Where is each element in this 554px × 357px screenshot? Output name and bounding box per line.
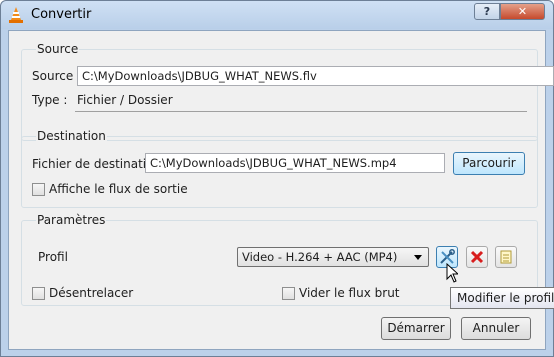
source-path-field[interactable]: C:\MyDownloads\JDBUG_WHAT_NEWS.flv [77, 66, 554, 86]
window-title: Convertir [31, 7, 92, 22]
profile-dropdown[interactable]: Video - H.264 + AAC (MP4) [237, 247, 429, 267]
type-value: Fichier / Dossier [77, 93, 173, 107]
start-button[interactable]: Démarrer [381, 317, 451, 340]
convert-dialog-window: Convertir ? ✕ Source Source : C:\MyDownl… [0, 0, 554, 357]
deinterlace-checkbox[interactable] [32, 287, 45, 300]
parameters-group-title: Paramètres [36, 213, 107, 227]
mouse-cursor-icon [446, 263, 458, 283]
close-button[interactable]: ✕ [500, 3, 545, 20]
show-output-label: Affiche le flux de sortie [49, 182, 188, 196]
cancel-button[interactable]: Annuler [461, 317, 531, 340]
source-group-title: Source [36, 42, 80, 56]
dump-raw-checkbox[interactable] [282, 287, 295, 300]
chevron-down-icon [414, 255, 422, 260]
profile-dropdown-value: Video - H.264 + AAC (MP4) [242, 250, 398, 264]
red-x-icon [470, 250, 484, 264]
source-separator [75, 111, 527, 112]
deinterlace-label: Désentrelacer [49, 286, 134, 300]
edit-profile-tooltip: Modifier le profil s [450, 287, 554, 309]
show-output-checkbox[interactable] [32, 183, 45, 196]
title-bar[interactable]: Convertir ? ✕ [1, 1, 553, 29]
new-document-icon [500, 250, 512, 264]
destination-file-field[interactable]: C:\MyDownloads\JDBUG_WHAT_NEWS.mp4 [145, 153, 445, 173]
help-button[interactable]: ? [474, 3, 500, 20]
type-label: Type : [32, 93, 68, 107]
destination-group-title: Destination [36, 129, 107, 143]
source-label: Source : [32, 69, 82, 83]
new-profile-button[interactable] [495, 246, 517, 268]
vlc-cone-icon [9, 7, 23, 23]
dump-raw-label: Vider le flux brut [299, 286, 400, 300]
browse-button[interactable]: Parcourir [453, 152, 525, 175]
delete-profile-button[interactable] [466, 246, 488, 268]
profile-label: Profil [38, 250, 68, 264]
